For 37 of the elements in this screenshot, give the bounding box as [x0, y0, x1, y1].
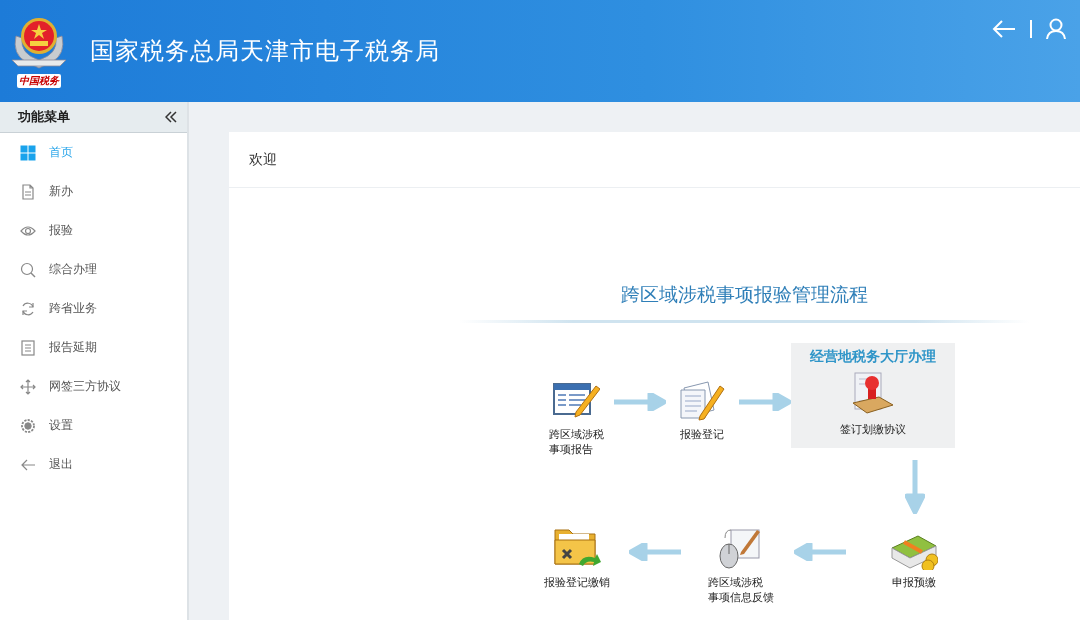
sidebar-item[interactable]: 新办 [0, 172, 187, 211]
move-icon [20, 378, 36, 395]
sidebar-item[interactable]: 退出 [0, 445, 187, 484]
flow-arrow [739, 393, 791, 411]
flow-arrow [629, 543, 681, 561]
collapse-icon[interactable] [165, 111, 177, 123]
step-label: 事项报告 [548, 442, 594, 458]
flow-title: 跨区域涉税事项报验管理流程 [619, 282, 869, 307]
site-title: 国家税务总局天津市电子税务局 [90, 36, 441, 67]
refresh-icon [20, 300, 36, 317]
step-label: 事项信息反馈 [708, 590, 774, 606]
step-label: 跨区域涉税 [548, 428, 604, 443]
flow-arrow [905, 460, 925, 514]
sidebar-item[interactable]: 报告延期 [0, 328, 187, 367]
menu-title: 功能菜单 [18, 108, 70, 126]
grid-icon [20, 144, 36, 161]
step-label: 申报预缴 [892, 576, 936, 591]
step-label: 签订划缴协议 [840, 423, 906, 438]
step-label: 跨区域涉税 [708, 576, 764, 591]
step-label: 报验登记缴销 [544, 576, 610, 591]
hall-title: 经营地税务大厅办理 [809, 348, 937, 366]
settings-icon [20, 417, 36, 434]
logo-text: 中国税务 [17, 74, 61, 88]
sidebar-item[interactable]: 报验 [0, 211, 187, 250]
step-label: 报验登记 [680, 428, 724, 443]
flow-arrow [794, 543, 846, 561]
user-icon[interactable] [1046, 18, 1066, 40]
back-arrow-icon[interactable] [992, 20, 1016, 38]
sidebar-item[interactable]: 设置 [0, 406, 187, 445]
flow-arrow [614, 393, 666, 411]
sidebar-item[interactable]: 综合办理 [0, 250, 187, 289]
document-icon [20, 183, 36, 200]
panel-title: 欢迎 [229, 132, 1080, 188]
search-icon [20, 261, 36, 278]
list-icon [20, 339, 36, 356]
sidebar-item[interactable]: 跨省业务 [0, 289, 187, 328]
sidebar-item[interactable]: 网签三方协议 [0, 367, 187, 406]
